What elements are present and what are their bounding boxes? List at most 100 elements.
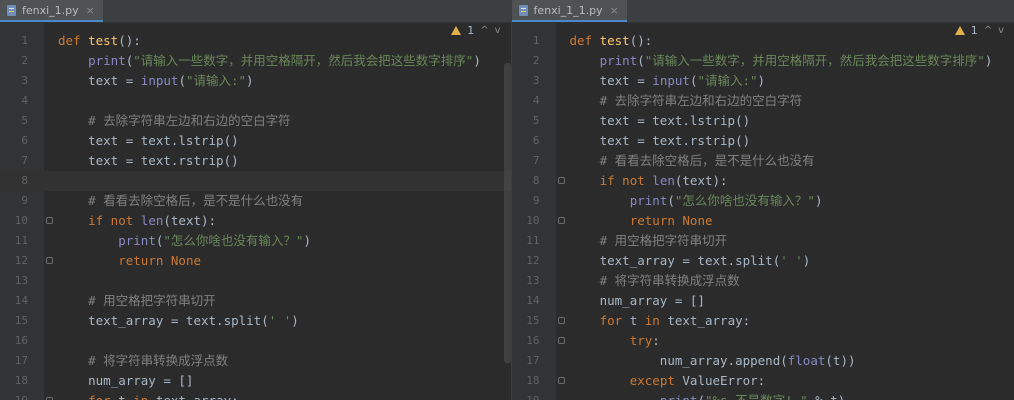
code-line[interactable]: 1 def test(): xyxy=(0,31,511,51)
close-icon[interactable]: × xyxy=(610,4,619,17)
line-number: 15 xyxy=(526,314,540,327)
code-lines: 1 def test(): 2 print("请输入一些数字，并用空格隔开，然后我会… xyxy=(512,31,1014,400)
code-text: print("%s 不是数字! " % t) xyxy=(570,391,846,400)
code-token: "请输入一些数字，并用空格隔开，然后我会把这些数字排序" xyxy=(644,53,985,68)
previous-highlight-icon[interactable]: ^ xyxy=(480,25,488,36)
fold-marker-icon[interactable] xyxy=(557,337,565,344)
previous-highlight-icon[interactable]: ^ xyxy=(984,25,992,36)
line-number: 2 xyxy=(21,54,28,67)
code-line[interactable]: 15 for t in text_array: xyxy=(512,311,1014,331)
code-line[interactable]: 10 if not len(text): xyxy=(0,211,511,231)
fold-marker-icon[interactable] xyxy=(46,217,53,224)
code-line[interactable]: 18 except ValueError: xyxy=(512,371,1014,391)
code-token: ) xyxy=(757,73,766,88)
code-line[interactable]: 3 text = input("请输入:") xyxy=(0,71,511,91)
code-line[interactable]: 16 try: xyxy=(512,331,1014,351)
fold-marker-icon[interactable] xyxy=(46,257,53,264)
code-token: ' ' xyxy=(780,253,803,268)
code-text: print("请输入一些数字，并用空格隔开，然后我会把这些数字排序") xyxy=(58,51,481,71)
inspection-widget[interactable]: 1 ^ v xyxy=(954,24,1004,37)
code-line[interactable]: 16 xyxy=(0,331,511,351)
code-line[interactable]: 15 text_array = text.split(' ') xyxy=(0,311,511,331)
next-highlight-icon[interactable]: v xyxy=(998,25,1004,36)
code-text: text = text.rstrip() xyxy=(58,151,239,171)
fold-marker-icon[interactable] xyxy=(557,377,565,384)
code-line[interactable]: 5 text = text.lstrip() xyxy=(512,111,1014,131)
code-line[interactable]: 11 print("怎么你啥也没有输入？") xyxy=(0,231,511,251)
code-token: ) xyxy=(303,233,311,248)
code-text: # 将字符串转换成浮点数 xyxy=(570,271,740,291)
code-token: # 将字符串转换成浮点数 xyxy=(88,353,229,368)
fold-marker-icon[interactable] xyxy=(557,177,565,184)
code-line[interactable]: 4 xyxy=(0,91,511,111)
code-token: test xyxy=(88,33,119,48)
code-token: print xyxy=(599,53,638,68)
code-line[interactable]: 9 print("怎么你啥也没有输入？") xyxy=(512,191,1014,211)
code-token: t xyxy=(629,313,645,328)
code-line[interactable]: 12 text_array = text.split(' ') xyxy=(512,251,1014,271)
code-token: ) xyxy=(814,193,823,208)
code-token: test xyxy=(599,33,630,48)
code-line[interactable]: 12 return None xyxy=(0,251,511,271)
warning-triangle-icon xyxy=(451,26,462,35)
code-line[interactable]: 19 for t in text_array: xyxy=(0,391,511,400)
code-line[interactable]: 19 print("%s 不是数字! " % t) xyxy=(512,391,1014,400)
code-token: text_array = text.split( xyxy=(569,253,781,268)
code-line[interactable]: 6 text = text.rstrip() xyxy=(512,131,1014,151)
code-line[interactable]: 7 # 看看去除空格后，是不是什么也没有 xyxy=(512,151,1014,171)
code-line[interactable]: 17 # 将字符串转换成浮点数 xyxy=(0,351,511,371)
line-number: 12 xyxy=(14,254,28,267)
code-line[interactable]: 2 print("请输入一些数字，并用空格隔开，然后我会把这些数字排序") xyxy=(512,51,1014,71)
code-line[interactable]: 9 # 看看去除空格后，是不是什么也没有 xyxy=(0,191,511,211)
code-token: return None xyxy=(629,213,713,228)
line-number: 4 xyxy=(21,94,28,107)
tab-fenxi-1-1[interactable]: fenxi_1_1.py × xyxy=(511,0,627,22)
code-line[interactable]: 5 # 去除字符串左边和右边的空白字符 xyxy=(0,111,511,131)
code-token: num_array.append( xyxy=(569,353,788,368)
code-line[interactable]: 14 num_array = [] xyxy=(512,291,1014,311)
code-line[interactable]: 17 num_array.append(float(t)) xyxy=(512,351,1014,371)
code-line[interactable]: 6 text = text.lstrip() xyxy=(0,131,511,151)
code-line[interactable]: 13 # 将字符串转换成浮点数 xyxy=(512,271,1014,291)
code-line[interactable]: 14 # 用空格把字符串切开 xyxy=(0,291,511,311)
inspection-widget[interactable]: 1 ^ v xyxy=(451,24,501,37)
code-line[interactable]: 10 return None xyxy=(512,211,1014,231)
code-line[interactable]: 4 # 去除字符串左边和右边的空白字符 xyxy=(512,91,1014,111)
code-editor-left[interactable]: 1 def test(): 2 print("请输入一些数字，并用空格隔开，然后我会… xyxy=(0,23,511,400)
code-line[interactable]: 3 text = input("请输入:") xyxy=(512,71,1014,91)
code-line[interactable]: 18 num_array = [] xyxy=(0,371,511,391)
line-number: 3 xyxy=(21,74,28,87)
vertical-scrollbar[interactable] xyxy=(503,63,511,363)
code-editor-right[interactable]: 1 def test(): 2 print("请输入一些数字，并用空格隔开，然后我会… xyxy=(511,23,1014,400)
code-text: # 用空格把字符串切开 xyxy=(570,231,728,251)
code-token: print xyxy=(88,53,126,68)
code-line[interactable]: 7 text = text.rstrip() xyxy=(0,151,511,171)
tab-fenxi-1[interactable]: fenxi_1.py × xyxy=(0,0,103,22)
fold-marker-icon[interactable] xyxy=(557,217,565,224)
code-line[interactable]: 13 xyxy=(0,271,511,291)
code-line[interactable]: 1 def test(): xyxy=(512,31,1014,51)
code-token: % t) xyxy=(808,393,845,400)
code-token: ( xyxy=(697,393,705,400)
next-highlight-icon[interactable]: v xyxy=(495,25,501,36)
code-line[interactable]: 11 # 用空格把字符串切开 xyxy=(512,231,1014,251)
line-number: 19 xyxy=(512,391,539,400)
code-token: : xyxy=(652,333,660,348)
code-token: ) xyxy=(984,53,993,68)
close-icon[interactable]: × xyxy=(86,4,95,17)
code-token: for xyxy=(599,313,630,328)
line-number: 13 xyxy=(14,274,28,287)
code-line[interactable]: 8 xyxy=(0,171,511,191)
code-line[interactable]: 2 print("请输入一些数字，并用空格隔开，然后我会把这些数字排序") xyxy=(0,51,511,71)
code-token: # 将字符串转换成浮点数 xyxy=(599,273,740,288)
code-line[interactable]: 8 if not len(text): xyxy=(512,171,1014,191)
fold-marker-icon[interactable] xyxy=(557,317,565,324)
